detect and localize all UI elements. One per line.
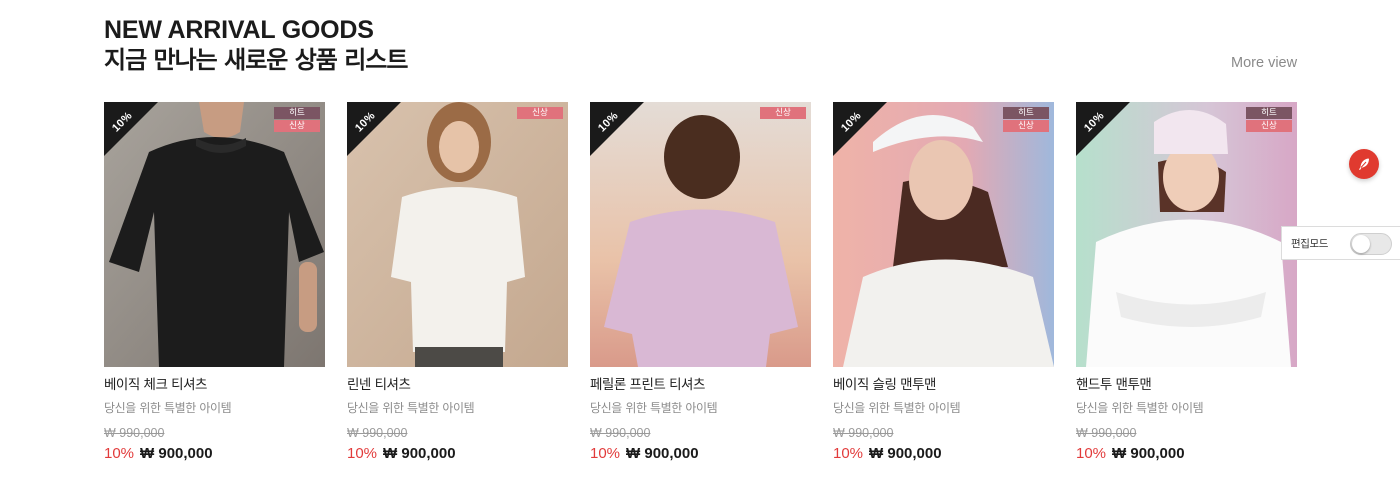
section-header: NEW ARRIVAL GOODS 지금 만나는 새로운 상품 리스트 — [104, 16, 408, 75]
price-row: 10% ₩ 900,000 — [590, 445, 811, 463]
hit-badge: 히트 — [1003, 107, 1049, 119]
badge-group: 신상 — [760, 107, 806, 119]
product-name[interactable]: 페릴론 프린트 티셔츠 — [590, 376, 811, 394]
floating-action-button[interactable] — [1349, 149, 1379, 179]
product-image[interactable]: 10% 신상 — [347, 102, 568, 367]
product-description: 당신을 위한 특별한 아이템 — [104, 401, 232, 415]
discount-rate: 10% — [347, 445, 378, 462]
badge-group: 신상 — [517, 107, 563, 119]
new-badge: 신상 — [760, 107, 806, 119]
hit-badge: 히트 — [274, 107, 320, 119]
product-card[interactable]: 10% 히트 신상 핸드투 맨투맨 당신을 위한 특별한 아이템 ₩ 990,0… — [1076, 102, 1297, 463]
product-name[interactable]: 베이직 체크 티셔츠 — [104, 376, 325, 394]
section-title-ko: 지금 만나는 새로운 상품 리스트 — [104, 46, 408, 74]
price-row: 10% ₩ 900,000 — [104, 445, 325, 463]
product-name[interactable]: 린넨 티셔츠 — [347, 376, 568, 394]
product-card[interactable]: 10% 신상 린넨 티셔츠 당신을 위한 특별한 아이템 ₩ 990,000 1… — [347, 102, 568, 463]
product-list: 10% 히트 신상 베이직 체크 티셔츠 당신을 위한 특별한 아이템 ₩ 99… — [104, 102, 1297, 463]
product-description: 당신을 위한 특별한 아이템 — [590, 401, 718, 415]
sale-price: ₩ 900,000 — [1112, 445, 1185, 462]
edit-mode-toggle[interactable] — [1350, 233, 1392, 255]
discount-rate: 10% — [1076, 445, 1107, 462]
original-price: ₩ 990,000 — [104, 426, 165, 440]
product-card[interactable]: 10% 히트 신상 베이직 슬링 맨투맨 당신을 위한 특별한 아이템 ₩ 99… — [833, 102, 1054, 463]
product-image[interactable]: 10% 히트 신상 — [1076, 102, 1297, 367]
discount-rate: 10% — [590, 445, 621, 462]
badge-group: 히트 신상 — [274, 107, 320, 132]
section-title-en: NEW ARRIVAL GOODS — [104, 16, 374, 44]
product-description: 당신을 위한 특별한 아이템 — [833, 401, 961, 415]
edit-mode-panel: 편집모드 — [1281, 226, 1400, 260]
more-view-link[interactable]: More view — [1231, 55, 1297, 71]
badge-group: 히트 신상 — [1003, 107, 1049, 132]
new-badge: 신상 — [1003, 120, 1049, 132]
price-row: 10% ₩ 900,000 — [1076, 445, 1297, 463]
product-description: 당신을 위한 특별한 아이템 — [347, 401, 475, 415]
new-badge: 신상 — [1246, 120, 1292, 132]
feather-icon — [1359, 158, 1369, 170]
toggle-knob — [1352, 235, 1370, 253]
sale-price: ₩ 900,000 — [626, 445, 699, 462]
original-price: ₩ 990,000 — [1076, 426, 1137, 440]
product-image[interactable]: 10% 신상 — [590, 102, 811, 367]
edit-mode-label: 편집모드 — [1291, 237, 1329, 250]
new-badge: 신상 — [517, 107, 563, 119]
price-row: 10% ₩ 900,000 — [347, 445, 568, 463]
discount-rate: 10% — [104, 445, 135, 462]
product-description: 당신을 위한 특별한 아이템 — [1076, 401, 1204, 415]
product-image[interactable]: 10% 히트 신상 — [104, 102, 325, 367]
sale-price: ₩ 900,000 — [140, 445, 213, 462]
badge-group: 히트 신상 — [1246, 107, 1292, 132]
original-price: ₩ 990,000 — [833, 426, 894, 440]
new-badge: 신상 — [274, 120, 320, 132]
product-card[interactable]: 10% 히트 신상 베이직 체크 티셔츠 당신을 위한 특별한 아이템 ₩ 99… — [104, 102, 325, 463]
price-row: 10% ₩ 900,000 — [833, 445, 1054, 463]
sale-price: ₩ 900,000 — [869, 445, 942, 462]
product-card[interactable]: 10% 신상 페릴론 프린트 티셔츠 당신을 위한 특별한 아이템 ₩ 990,… — [590, 102, 811, 463]
sale-price: ₩ 900,000 — [383, 445, 456, 462]
original-price: ₩ 990,000 — [347, 426, 408, 440]
discount-rate: 10% — [833, 445, 864, 462]
original-price: ₩ 990,000 — [590, 426, 651, 440]
product-name[interactable]: 베이직 슬링 맨투맨 — [833, 376, 1054, 394]
product-name[interactable]: 핸드투 맨투맨 — [1076, 376, 1297, 394]
product-image[interactable]: 10% 히트 신상 — [833, 102, 1054, 367]
hit-badge: 히트 — [1246, 107, 1292, 119]
